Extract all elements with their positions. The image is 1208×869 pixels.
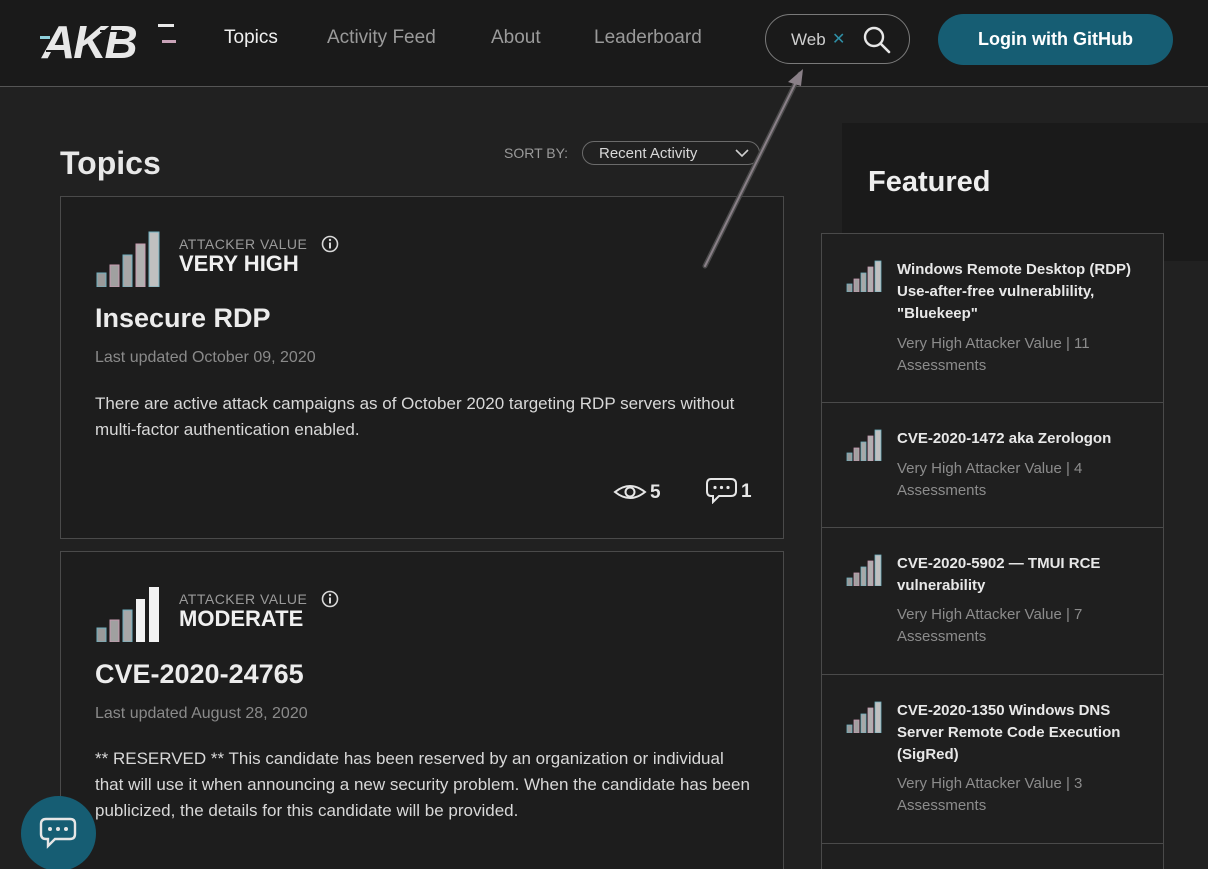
search-input[interactable] [791,29,837,51]
featured-item-title: Windows Remote Desktop (RDP) Use-after-f… [897,261,1132,322]
featured-item-meta: Very High Attacker Value | 7 Assessments [897,606,1083,645]
signal-bars-icon [846,260,882,292]
top-header: AKB Topics Activity Feed About Leaderboa… [0,0,1208,87]
featured-item-meta: Very High Attacker Value | 3 Assessments [897,775,1083,814]
search-bar: ✕ [765,14,910,64]
sort-by-label: SORT BY: [504,145,569,161]
topic-description: There are active attack campaigns as of … [95,394,735,439]
nav-leaderboard[interactable]: Leaderboard [594,27,702,49]
signal-bars-icon [96,587,159,642]
signal-bars-icon [846,701,882,733]
sort-selected-value: Recent Activity [599,145,698,162]
nav-topics[interactable]: Topics [224,27,278,49]
info-icon[interactable] [321,235,339,253]
last-updated: Last updated October 09, 2020 [95,349,316,366]
chat-icon [39,817,77,849]
featured-item[interactable]: CVE-2020-1472 aka Zerologon Very High At… [821,402,1164,528]
signal-bars-icon [96,231,160,287]
topic-title[interactable]: Insecure RDP [95,303,271,334]
sort-select[interactable]: Recent Activity [582,141,760,165]
akb-logo[interactable]: AKB [40,16,180,66]
attacker-value: MODERATE [179,606,304,631]
chevron-down-icon [735,149,749,158]
signal-bars-icon [846,554,882,586]
featured-item-title: CVE-2020-1472 aka Zerologon [897,430,1112,447]
last-updated: Last updated August 28, 2020 [95,705,308,722]
attacker-value-label: ATTACKER VALUE [179,591,308,607]
featured-item[interactable] [821,843,1164,869]
signal-bars-icon [846,429,882,461]
views-count: 5 [650,482,661,503]
featured-item-meta: Very High Attacker Value | 11 Assessment… [897,335,1090,374]
featured-title: Featured [868,166,991,198]
featured-item-title: CVE-2020-5902 — TMUI RCE vulnerability [897,555,1101,594]
topic-card[interactable]: ATTACKER VALUE VERY HIGH Insecure RDP La… [60,196,784,539]
featured-item[interactable]: Windows Remote Desktop (RDP) Use-after-f… [821,233,1164,403]
comment-icon[interactable] [705,476,739,504]
featured-item[interactable]: CVE-2020-5902 — TMUI RCE vulnerability V… [821,527,1164,675]
info-icon[interactable] [321,590,339,608]
login-with-github-button[interactable]: Login with GitHub [938,14,1173,65]
featured-item[interactable]: CVE-2020-1350 Windows DNS Server Remote … [821,674,1164,844]
search-icon[interactable] [862,25,892,55]
topic-card[interactable]: ATTACKER VALUE MODERATE CVE-2020-24765 L… [60,551,784,869]
page-title: Topics [60,145,161,181]
chat-button[interactable] [21,796,96,869]
nav-activity-feed[interactable]: Activity Feed [327,27,436,49]
svg-text:AKB: AKB [41,16,136,66]
close-icon[interactable]: ✕ [832,29,845,49]
featured-item-title: CVE-2020-1350 Windows DNS Server Remote … [897,702,1121,763]
attacker-value: VERY HIGH [179,251,299,276]
topic-title[interactable]: CVE-2020-24765 [95,659,304,690]
nav-about[interactable]: About [491,27,541,49]
eye-icon [613,485,647,499]
comments-count: 1 [741,481,752,502]
featured-item-meta: Very High Attacker Value | 4 Assessments [897,460,1083,499]
topic-description: ** RESERVED ** This candidate has been r… [95,749,750,820]
attacker-value-label: ATTACKER VALUE [179,236,308,252]
